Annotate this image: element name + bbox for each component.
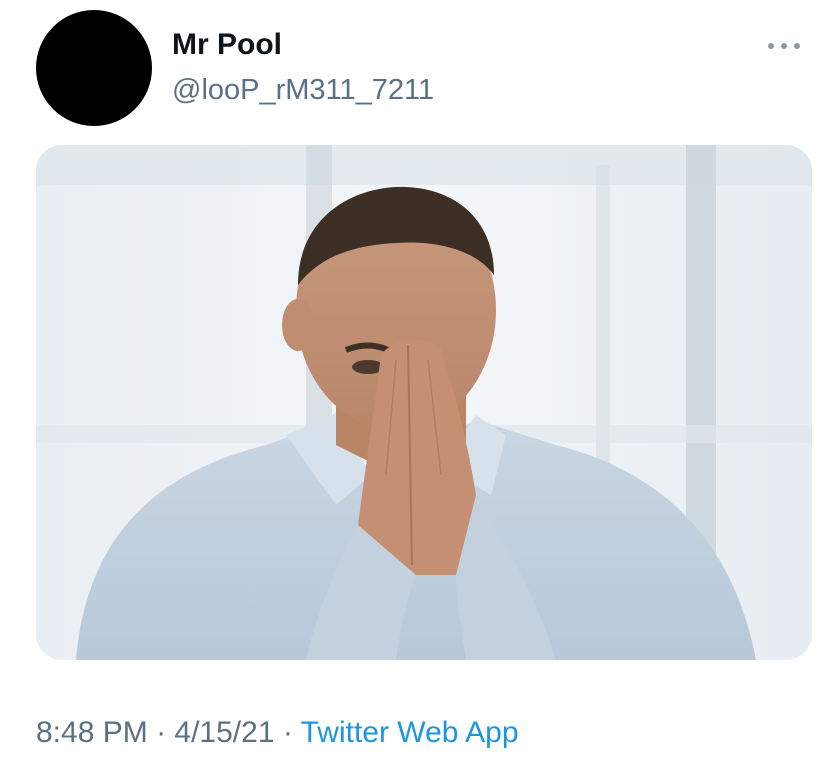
tweet-card: Mr Pool @looP_rM311_7211 8:48 PM · 4/15/…: [0, 0, 828, 768]
dot-icon: [781, 43, 787, 49]
meta-separator: ·: [147, 716, 175, 749]
more-options-icon[interactable]: [764, 34, 804, 58]
display-name[interactable]: Mr Pool: [172, 28, 282, 62]
tweet-source-link[interactable]: Twitter Web App: [301, 716, 519, 749]
dot-icon: [794, 43, 800, 49]
user-handle[interactable]: @looP_rM311_7211: [172, 74, 434, 107]
avatar[interactable]: [36, 10, 152, 126]
meta-separator: ·: [274, 716, 301, 749]
tweet-photo[interactable]: [36, 145, 812, 660]
photo-man-facepalm: [36, 145, 812, 660]
tweet-date[interactable]: 4/15/21: [174, 716, 274, 749]
tweet-metadata: 8:48 PM · 4/15/21 · Twitter Web App: [36, 716, 519, 750]
tweet-time[interactable]: 8:48 PM: [36, 716, 148, 749]
dot-icon: [768, 43, 774, 49]
